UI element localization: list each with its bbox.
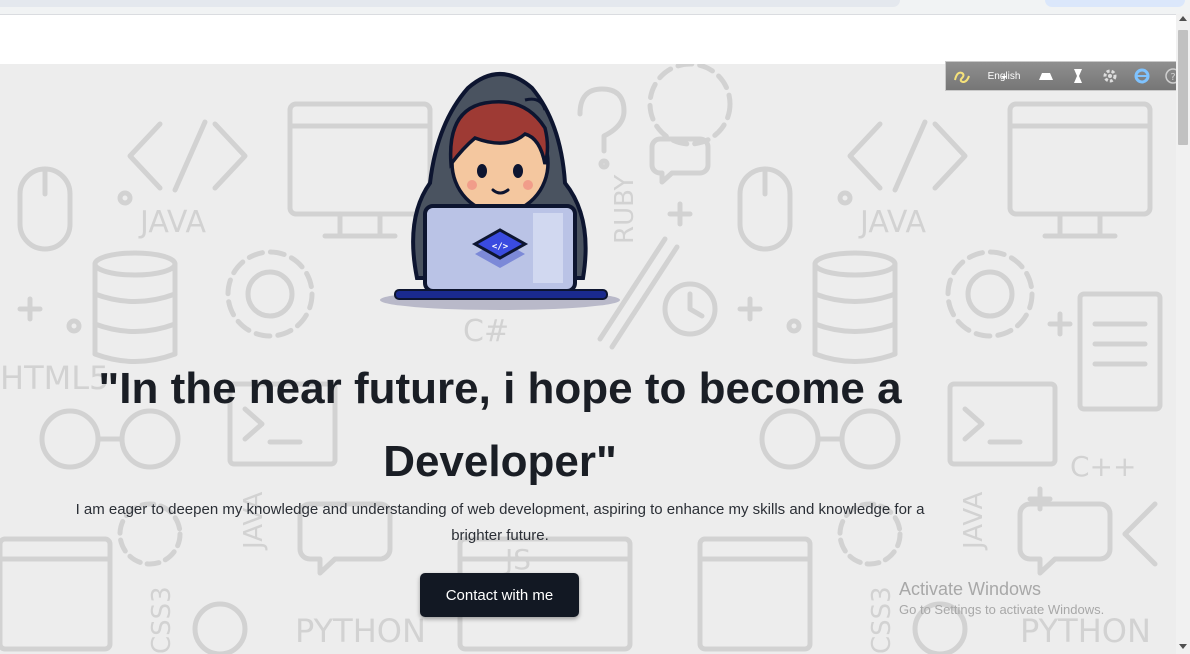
watermark-title: Activate Windows [899,579,1042,599]
browser-icon[interactable] [1126,62,1158,90]
bg-word: CSS3 [147,586,177,654]
keyboard-icon[interactable] [1030,62,1062,90]
address-bar[interactable] [0,0,900,7]
activate-windows-watermark: Activate Windows Go to Settings to activ… [899,578,1104,620]
developer-illustration: </> [380,72,620,310]
watermark-subtitle: Go to Settings to activate Windows. [899,602,1105,617]
vertical-scrollbar[interactable] [1176,14,1190,654]
hero-subtitle: I am eager to deepen my knowledge and un… [75,501,925,544]
bg-word: JAVA [959,492,989,551]
scroll-down-icon[interactable] [1179,644,1187,649]
contact-button[interactable]: Contact with me [420,573,579,617]
scroll-thumb[interactable] [1178,30,1188,145]
settings-icon[interactable] [1094,62,1126,90]
svg-text:?: ? [1170,72,1175,83]
bg-word: JAVA [138,205,207,240]
svg-text:</>: </> [492,242,509,252]
bg-word: CSS3 [867,586,897,654]
bg-word: PYTHON [295,612,426,650]
font-icon[interactable] [1062,62,1094,90]
hero-headline: "In the near future, i hope to become a … [98,364,902,486]
bg-word: JAVA [858,205,927,240]
language-select[interactable]: English [978,62,1030,90]
profile-button[interactable] [1045,0,1185,7]
bg-word: C++ [1070,450,1136,483]
bg-word: C# [463,314,509,349]
scroll-up-icon[interactable] [1179,16,1187,21]
language-toolbar: English ? [945,61,1190,91]
logo-icon[interactable] [946,62,978,90]
browser-chrome [0,0,1190,15]
